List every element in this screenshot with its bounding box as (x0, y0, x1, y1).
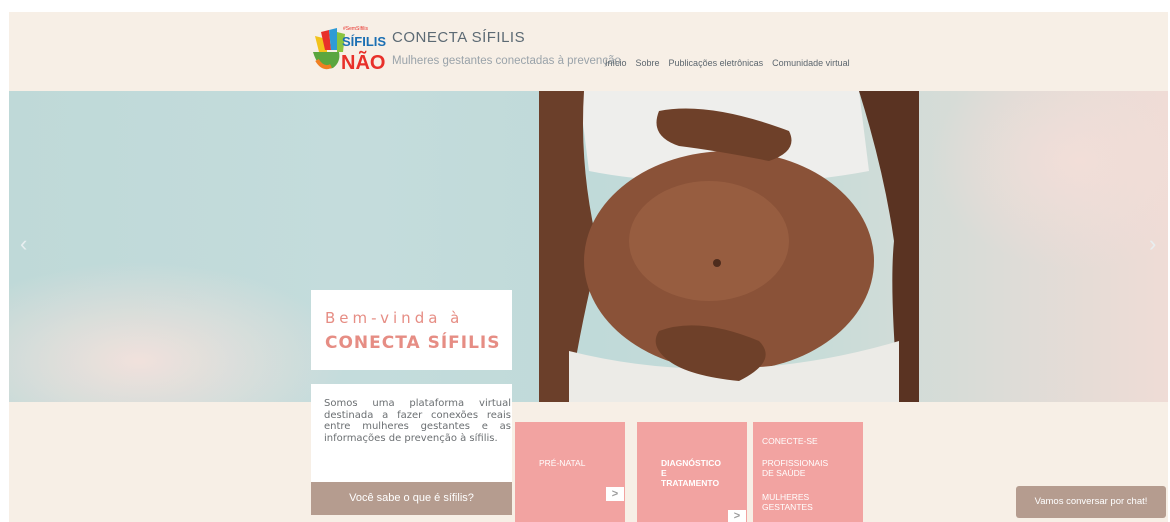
what-is-syphilis-button[interactable]: Você sabe o que é sífilis? (311, 482, 512, 515)
hero-glow (9, 261, 349, 402)
logo-text-bottom: NÃO (341, 51, 385, 72)
brand-title[interactable]: CONECTA SÍFILIS (392, 29, 525, 46)
site-header: #SemSífilis SÍFILIS NÃO CONECTA SÍFILIS … (9, 12, 1168, 91)
sifilis-nao-logo[interactable]: #SemSífilis SÍFILIS NÃO (309, 22, 389, 72)
slider-next-arrow-icon[interactable]: › (1149, 231, 1168, 257)
nav-item-publicacoes[interactable]: Publicações eletrônicas (669, 58, 764, 68)
tile-diag-line2: E (661, 468, 667, 478)
logo-text-top: SÍFILIS (342, 34, 386, 49)
platform-description: Somos uma plataforma virtual destinada a… (324, 398, 511, 444)
brand-tagline: Mulheres gestantes conectadas à prevençã… (392, 55, 621, 67)
tile-conecte-se: CONECTE-SE PROFISSIONAIS DE SAÚDE MULHER… (753, 422, 863, 522)
tile-prenatal-label: PRÉ-NATAL (539, 458, 586, 468)
welcome-title: CONECTA SÍFILIS (325, 333, 501, 353)
logo-small-text: #SemSífilis (343, 26, 369, 32)
welcome-heading: Bem-vinda à (325, 309, 464, 327)
nav-item-sobre[interactable]: Sobre (636, 58, 660, 68)
tile-diagnostico-tratamento[interactable]: DIAGNÓSTICO E TRATAMENTO > (637, 422, 747, 522)
tile-prenatal[interactable]: PRÉ-NATAL > (515, 422, 625, 522)
tile-conecte-pregnant-link[interactable]: MULHERES GESTANTES (762, 492, 842, 512)
info-card: Somos uma plataforma virtual destinada a… (311, 384, 512, 482)
hero-glow (929, 91, 1168, 271)
tile-prenatal-arrow-icon[interactable]: > (606, 487, 624, 501)
welcome-card: Bem-vinda à CONECTA SÍFILIS (311, 290, 512, 370)
hero-slider: ‹ › (9, 91, 1168, 402)
nav-item-inicio[interactable]: Início (605, 58, 627, 68)
nav-item-comunidade[interactable]: Comunidade virtual (772, 58, 850, 68)
pregnant-woman-photo (539, 91, 919, 402)
tile-diag-line3: TRATAMENTO (661, 478, 720, 488)
tile-diag-arrow-icon[interactable]: > (728, 510, 746, 522)
tile-diag-line1: DIAGNÓSTICO (661, 458, 721, 468)
tile-conecte-title: CONECTE-SE (762, 436, 818, 446)
tile-conecte-professionals-link[interactable]: PROFISSIONAIS DE SAÚDE (762, 458, 842, 478)
main-nav: Início Sobre Publicações eletrônicas Com… (605, 58, 850, 68)
chat-button[interactable]: Vamos conversar por chat! (1016, 486, 1166, 518)
slider-prev-arrow-icon[interactable]: ‹ (20, 231, 46, 257)
